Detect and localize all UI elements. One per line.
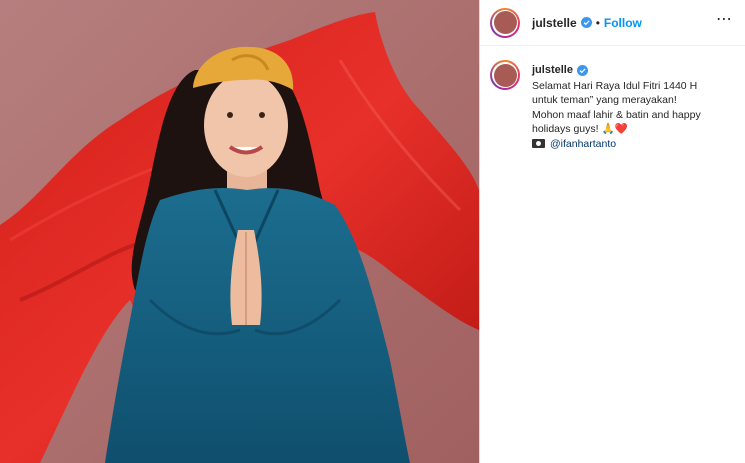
caption: julstelle Selamat Hari Raya Idul Fitri 1… — [480, 46, 745, 151]
caption-avatar[interactable] — [490, 60, 520, 90]
face — [204, 73, 288, 177]
photographer-mention-link[interactable]: @ifanhartanto — [550, 137, 616, 152]
more-options-icon[interactable]: ⋯ — [716, 9, 733, 29]
avatar[interactable] — [490, 7, 520, 38]
verified-badge-icon — [580, 17, 592, 28]
photo-illustration — [0, 0, 479, 463]
camera-icon — [532, 139, 545, 149]
post-header: julstelle • Follow ⋯ — [480, 0, 745, 46]
verified-badge-icon — [576, 64, 588, 76]
caption-text: Selamat Hari Raya Idul Fitri 1440 H untu… — [532, 79, 701, 136]
separator-dot: • — [595, 15, 600, 30]
caption-username[interactable]: julstelle — [532, 63, 573, 78]
follow-button[interactable]: Follow — [604, 16, 642, 30]
header-username[interactable]: julstelle — [532, 16, 577, 30]
instagram-post: julstelle • Follow ⋯ julstelle Selamat H… — [0, 0, 745, 463]
post-sidebar: julstelle • Follow ⋯ julstelle Selamat H… — [479, 0, 745, 463]
post-photo[interactable] — [0, 0, 479, 463]
